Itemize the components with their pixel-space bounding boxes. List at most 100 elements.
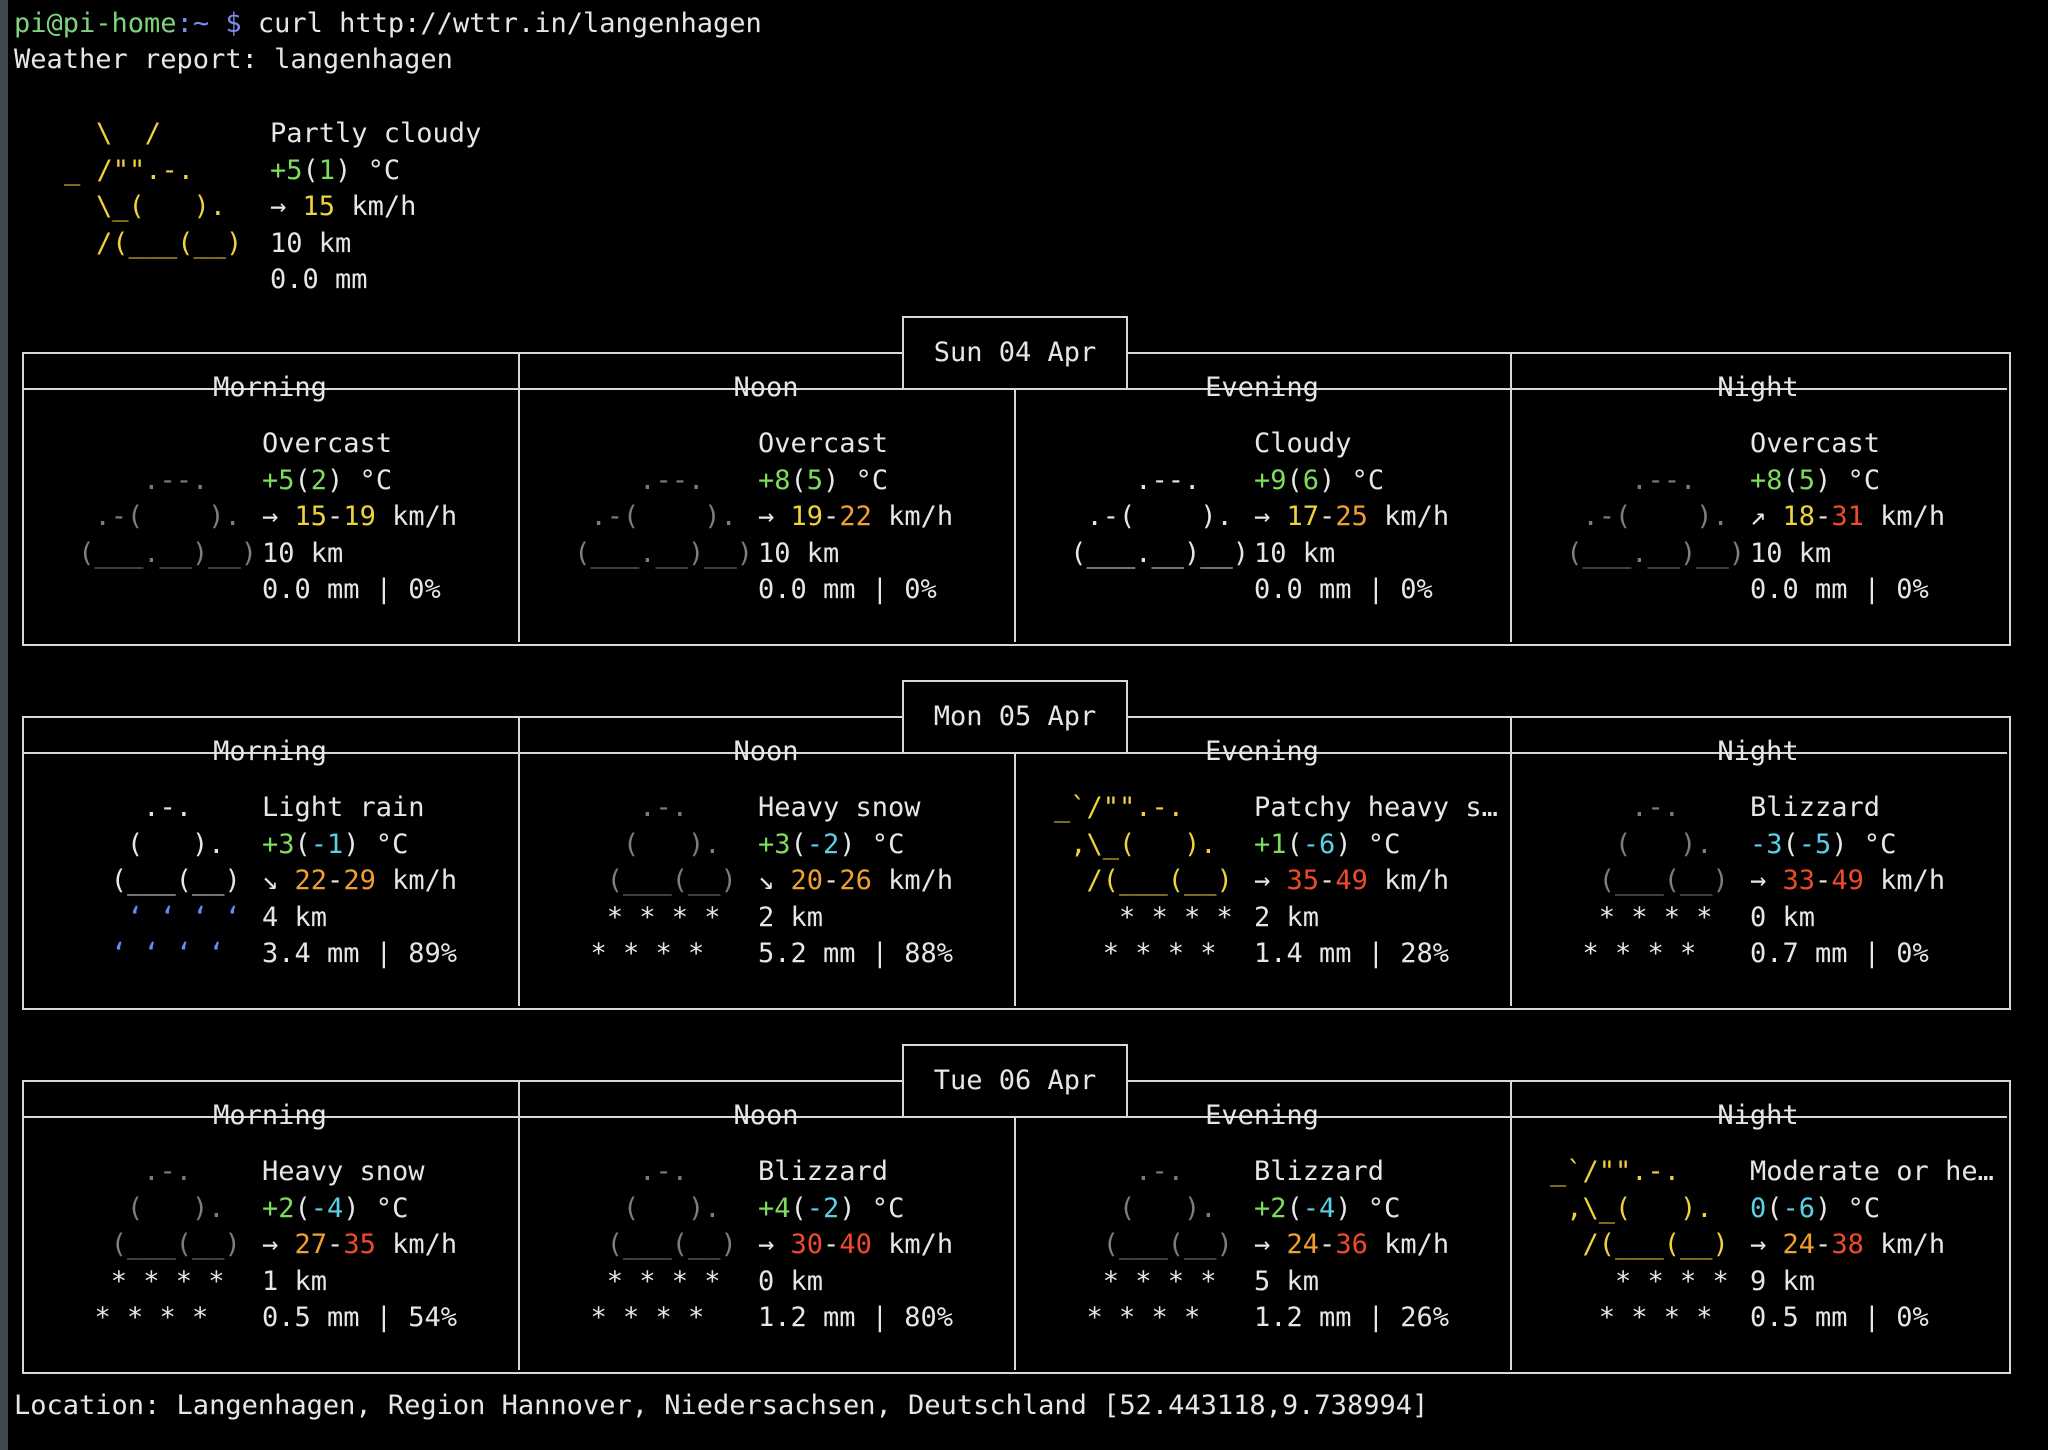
temperature: +4(-2) °C xyxy=(758,1191,1014,1228)
paren: ( xyxy=(1286,828,1303,860)
weather-art-line xyxy=(1054,572,1224,609)
feels-value: -4 xyxy=(1302,1192,1336,1224)
wind-direction-icon: → xyxy=(758,501,775,532)
temperature: +9(6) °C xyxy=(1254,463,1510,500)
forecast-cell: .-. ( ). (___(__) * * * * * * * * Heavy s… xyxy=(22,1154,518,1369)
wind-low: 22 xyxy=(294,865,328,896)
paren: ( xyxy=(790,1192,807,1224)
wind-direction-icon: ↗ xyxy=(1750,501,1767,532)
unit: ) °C xyxy=(327,464,393,496)
paren: ( xyxy=(790,464,807,496)
wind-unit: km/h xyxy=(1863,501,1946,532)
wind: → 24-36 km/h xyxy=(1254,1227,1510,1264)
condition-text: Overcast xyxy=(1750,428,1881,459)
temperature: -3(-5) °C xyxy=(1750,827,2006,864)
weather-art-line: /(___(__) xyxy=(1550,1229,1729,1260)
weather-art-line xyxy=(62,426,232,463)
forecast-cell: .-. ( ). (___(__) * * * * * * * * Blizzar… xyxy=(1510,790,2006,1005)
wind-high: 22 xyxy=(839,501,872,532)
weather-info: Blizzard +2(-4) °C → 24-36 km/h 5 km 1.2 mm … xyxy=(1254,1154,1510,1337)
temperature: +8(5) °C xyxy=(758,463,1014,500)
weather-info: Blizzard +4(-2) °C → 30-40 km/h 0 km 1.2 mm … xyxy=(758,1154,1014,1337)
period-label: Night xyxy=(1717,1100,1799,1131)
unit: ) °C xyxy=(839,1192,905,1224)
window-edge xyxy=(0,0,8,1450)
precipitation: 0.0 mm | 0% xyxy=(1750,574,1929,605)
wind: → 35-49 km/h xyxy=(1254,863,1510,900)
wind-direction-icon: → xyxy=(262,501,279,532)
weather-art-line: .-. xyxy=(1550,792,1681,823)
current-condition: Partly cloudy xyxy=(270,118,482,149)
weather-art: .-. ( ). (___(__) ʻ ʻ ʻ ʻ ʻ ʻ ʻ ʻ xyxy=(62,790,241,973)
weather-info: Cloudy +9(6) °C → 17-25 km/h 10 km 0.0 mm | … xyxy=(1254,426,1510,609)
weather-art-line: * * * * xyxy=(1054,1302,1201,1333)
feels-value: -2 xyxy=(806,1192,840,1224)
dash: - xyxy=(1815,1229,1832,1260)
weather-art-line: ( ). xyxy=(62,1192,225,1224)
feels-value: 6 xyxy=(1302,464,1320,496)
wind-direction-icon: → xyxy=(1254,1229,1271,1260)
weather-art: .--. .-( ). (___.__)__) xyxy=(558,426,753,609)
unit: ) °C xyxy=(1815,464,1881,496)
weather-info: Overcast +5(2) °C → 15-19 km/h 10 km 0.0 mm … xyxy=(262,426,518,609)
wind-direction-icon: ↘ xyxy=(262,865,279,896)
condition-text: Heavy snow xyxy=(262,1156,425,1187)
date-label: Tue 06 Apr xyxy=(902,1044,1128,1118)
wind: → 27-35 km/h xyxy=(262,1227,518,1264)
command-prompt[interactable]: pi@pi-home:~ $ curl http://wttr.in/lange… xyxy=(14,6,762,43)
current-art-line: \_( ). xyxy=(96,191,227,222)
unit: ) °C xyxy=(1335,1192,1401,1224)
dash: - xyxy=(327,1229,344,1260)
dash: - xyxy=(823,865,840,896)
dash: - xyxy=(823,501,840,532)
forecast-day: Morning .-. ( ). (___(__) * * * * * * * … xyxy=(22,1044,2011,1374)
current-precip: 0.0 mm xyxy=(270,264,368,295)
weather-art-line: ( ). xyxy=(558,828,721,860)
wind-direction-icon: → xyxy=(1750,865,1767,896)
weather-info: Moderate or he… 0(-6) °C → 24-38 km/h 9 km 0… xyxy=(1750,1154,2006,1337)
unit: ) °C xyxy=(1335,828,1401,860)
wind: → 17-25 km/h xyxy=(1254,499,1510,536)
wind-unit: km/h xyxy=(375,501,458,532)
weather-art-line: .--. xyxy=(1054,464,1201,496)
wind-unit: km/h xyxy=(871,865,954,896)
wind-unit: km/h xyxy=(375,1229,458,1260)
wind-low: 20 xyxy=(790,865,824,896)
wind-direction-icon: → xyxy=(1254,865,1271,896)
wind-low: 24 xyxy=(1286,1229,1320,1260)
forecast-cell: .--. .-( ). (___.__)__) Cloudy +9(6) °C → 1… xyxy=(1014,426,1510,641)
temperature: +3(-1) °C xyxy=(262,827,518,864)
feels-value: -6 xyxy=(1302,828,1336,860)
visibility: 2 km xyxy=(1254,901,1320,933)
wind-high: 49 xyxy=(1831,865,1864,896)
precipitation: 0.0 mm | 0% xyxy=(1254,574,1433,605)
temperature: +8(5) °C xyxy=(1750,463,2006,500)
dash: - xyxy=(1815,865,1832,896)
wind-low: 15 xyxy=(294,501,328,532)
unit: ) °C xyxy=(1831,828,1897,860)
wind-high: 29 xyxy=(343,865,376,896)
prompt-user: pi@pi-home xyxy=(14,8,177,39)
weather-art-line: (___.__)__) xyxy=(1054,537,1250,569)
weather-art-line: * * * * xyxy=(558,1302,705,1333)
current-wind-unit: km/h xyxy=(351,191,417,222)
wind: ↘ 22-29 km/h xyxy=(262,863,518,900)
unit: ) °C xyxy=(839,828,905,860)
weather-info: Patchy heavy s… +1(-6) °C → 35-49 km/h 2 km… xyxy=(1254,790,1510,973)
weather-art-line: (___.__)__) xyxy=(1550,537,1746,569)
wind-low: 33 xyxy=(1782,865,1816,896)
dash: - xyxy=(327,501,344,532)
weather-art-line: .-. xyxy=(1054,1156,1185,1187)
condition-text: Cloudy xyxy=(1254,428,1352,459)
weather-art: .-. ( ). (___(__) * * * * * * * * xyxy=(558,790,737,973)
weather-art-line: _`/"".-. xyxy=(1054,792,1185,823)
precipitation: 1.2 mm | 80% xyxy=(758,1302,954,1333)
location-line: Location: Langenhagen, Region Hannover, … xyxy=(14,1390,1429,1421)
weather-info: Overcast +8(5) °C → 19-22 km/h 10 km 0.0 mm … xyxy=(758,426,1014,609)
visibility: 10 km xyxy=(1750,537,1832,569)
condition-text: Blizzard xyxy=(758,1156,889,1187)
weather-art-line xyxy=(1054,426,1224,463)
weather-info: Heavy snow +3(-2) °C ↘ 20-26 km/h 2 km 5.2 m… xyxy=(758,790,1014,973)
temp-value: +2 xyxy=(262,1192,295,1224)
weather-art-line: (___(__) xyxy=(558,1229,737,1260)
